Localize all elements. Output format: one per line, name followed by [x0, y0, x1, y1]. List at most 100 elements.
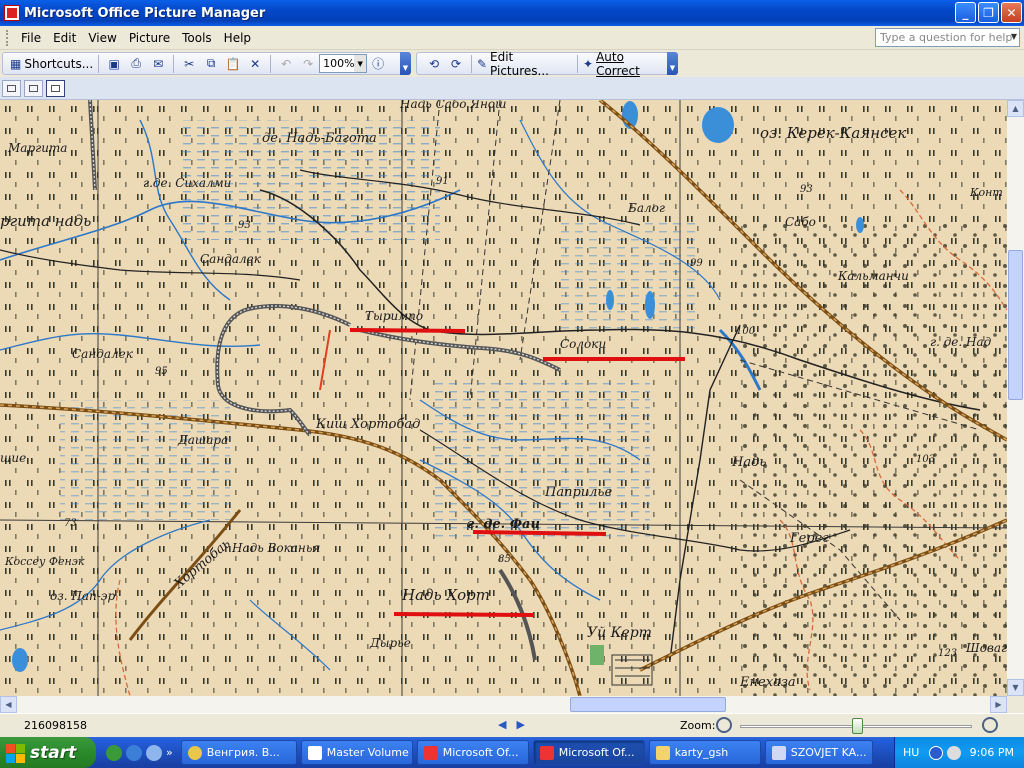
scroll-right-arrow-icon[interactable]: ▶ — [990, 696, 1007, 713]
print-button[interactable]: ⎙ — [126, 54, 146, 74]
help-search-input[interactable]: Type a question for help ▼ — [875, 28, 1020, 47]
map-label: 95 — [155, 366, 168, 377]
toolbar-options-chevron[interactable]: ▼ — [400, 52, 411, 75]
undo-button[interactable]: ↶ — [276, 54, 296, 74]
task-button-master-volume[interactable]: Master Volume — [300, 740, 413, 765]
vertical-scroll-thumb[interactable] — [1008, 250, 1023, 400]
copy-icon: ⧉ — [206, 56, 216, 70]
system-tray: HU 9:06 PM — [894, 737, 1024, 768]
volume-app-icon — [307, 745, 322, 760]
thumbnail-view-button[interactable] — [2, 79, 21, 97]
start-button[interactable]: start — [0, 737, 96, 768]
map-label: де. Надь-Багота — [262, 131, 377, 146]
map-label: 73 — [64, 518, 77, 529]
help-button[interactable]: ⓘ — [368, 54, 388, 74]
map-label: Дырье — [369, 636, 411, 650]
rotate-left-button[interactable]: ⟲ — [424, 54, 444, 74]
zoom-out-icon[interactable] — [716, 717, 732, 733]
single-picture-view-button[interactable] — [46, 79, 65, 97]
windows-taskbar: start » Венгрия. В... Master Volume Micr… — [0, 737, 1024, 768]
minimize-button[interactable]: _ — [955, 2, 976, 23]
filmstrip-icon — [29, 84, 38, 92]
restore-button[interactable]: ❐ — [978, 2, 999, 23]
menu-file[interactable]: File — [15, 31, 47, 45]
delete-x-icon: ✕ — [250, 56, 261, 71]
edit-pictures-button[interactable]: ✎ Edit Pictures... — [477, 50, 572, 78]
menu-tools[interactable]: Tools — [176, 31, 218, 45]
map-label: оз. Керек-Каянсек — [760, 124, 906, 142]
map-label: 100 — [736, 326, 756, 337]
map-label: шие — [0, 451, 26, 465]
redo-icon: ↷ — [303, 56, 314, 71]
picture-canvas[interactable]: Надь Сабо Янош оз. Керек-Каянсек Маргита… — [0, 100, 1007, 696]
horizontal-scrollbar[interactable]: ◀ ▶ — [0, 696, 1007, 713]
picture-manager-app-icon[interactable] — [4, 5, 20, 21]
map-label: 93 — [800, 184, 813, 195]
task-button-folder[interactable]: karty_gsh — [648, 740, 761, 765]
auto-correct-button[interactable]: ✦ Auto Correct — [583, 50, 668, 78]
task-label: SZOVJET KA... — [790, 746, 867, 759]
delete-button[interactable]: ✕ — [245, 54, 265, 74]
map-label: г. де. Над — [930, 335, 992, 349]
zoom-slider-thumb[interactable] — [852, 718, 863, 734]
zoom-select[interactable]: 100% ▼ — [319, 54, 368, 73]
scroll-up-arrow-icon[interactable]: ▲ — [1007, 100, 1024, 117]
help-question-icon: ⓘ — [372, 57, 385, 71]
desktop-icon[interactable] — [146, 744, 162, 761]
toolbar-options-chevron-2[interactable]: ▼ — [667, 52, 678, 75]
window-title: Microsoft Office Picture Manager — [24, 5, 266, 21]
email-button[interactable]: ✉ — [148, 54, 168, 74]
map-label: Енехаза — [739, 675, 796, 690]
rotate-right-button[interactable]: ⟳ — [446, 54, 466, 74]
chevron-down-icon[interactable]: ▼ — [1011, 32, 1017, 41]
task-button-chrome[interactable]: Венгрия. В... — [180, 740, 297, 765]
chevron-right-icon[interactable]: » — [166, 746, 173, 759]
word-document-icon — [771, 745, 786, 760]
task-button-office-2[interactable]: Microsoft Of... — [532, 740, 645, 765]
map-label: Тыримпо — [365, 309, 423, 323]
map-label: Сандалек — [200, 252, 262, 266]
shortcuts-button[interactable]: ▦ Shortcuts... — [10, 54, 93, 74]
title-bar[interactable]: Microsoft Office Picture Manager _ ❐ ✕ — [0, 0, 1024, 26]
task-button-word[interactable]: SZOVJET KA... — [764, 740, 873, 765]
menu-help[interactable]: Help — [218, 31, 257, 45]
map-label: Сандалек — [72, 347, 134, 361]
menu-bar: File Edit View Picture Tools Help — [0, 26, 1024, 50]
task-button-office-1[interactable]: Microsoft Of... — [416, 740, 529, 765]
utorrent-icon[interactable] — [106, 744, 122, 761]
menu-edit[interactable]: Edit — [47, 31, 82, 45]
vertical-scrollbar[interactable]: ▲ ▼ — [1007, 100, 1024, 696]
redo-button[interactable]: ↷ — [298, 54, 318, 74]
zoom-in-icon[interactable] — [982, 717, 998, 733]
cut-button[interactable]: ✂ — [179, 54, 199, 74]
close-button[interactable]: ✕ — [1001, 2, 1022, 23]
scroll-left-arrow-icon[interactable]: ◀ — [0, 696, 17, 713]
save-button[interactable]: ▣ — [104, 54, 124, 74]
scroll-down-arrow-icon[interactable]: ▼ — [1007, 679, 1024, 696]
network-icon[interactable] — [947, 745, 962, 760]
help-placeholder: Type a question for help — [880, 31, 1013, 44]
next-picture-icon[interactable]: ▶ — [516, 718, 524, 731]
zoom-label: Zoom: — [680, 719, 716, 732]
single-picture-icon — [51, 84, 60, 92]
internet-explorer-icon[interactable] — [126, 744, 142, 761]
map-label: 103 — [916, 454, 935, 465]
menu-view[interactable]: View — [82, 31, 122, 45]
chevron-down-icon[interactable]: ▼ — [354, 55, 367, 72]
horizontal-scroll-thumb[interactable] — [570, 697, 726, 712]
map-label: Сабо — [785, 215, 816, 229]
map-label: 123 — [938, 648, 957, 659]
clock[interactable]: 9:06 PM — [970, 746, 1014, 759]
paste-button[interactable]: 📋 — [223, 54, 243, 74]
chevron-left-icon[interactable] — [929, 745, 944, 760]
menu-grip[interactable] — [6, 29, 9, 46]
status-bar: 216098158 ◀ ▶ Zoom: — [0, 713, 1024, 737]
language-indicator[interactable]: HU — [903, 746, 919, 759]
menu-picture[interactable]: Picture — [123, 31, 176, 45]
filmstrip-view-button[interactable] — [24, 79, 43, 97]
map-label: 91 — [436, 176, 449, 187]
previous-picture-icon[interactable]: ◀ — [498, 718, 506, 731]
rotate-left-icon: ⟲ — [428, 56, 440, 71]
copy-button[interactable]: ⧉ — [201, 54, 221, 74]
toolbar-separator — [173, 54, 175, 73]
